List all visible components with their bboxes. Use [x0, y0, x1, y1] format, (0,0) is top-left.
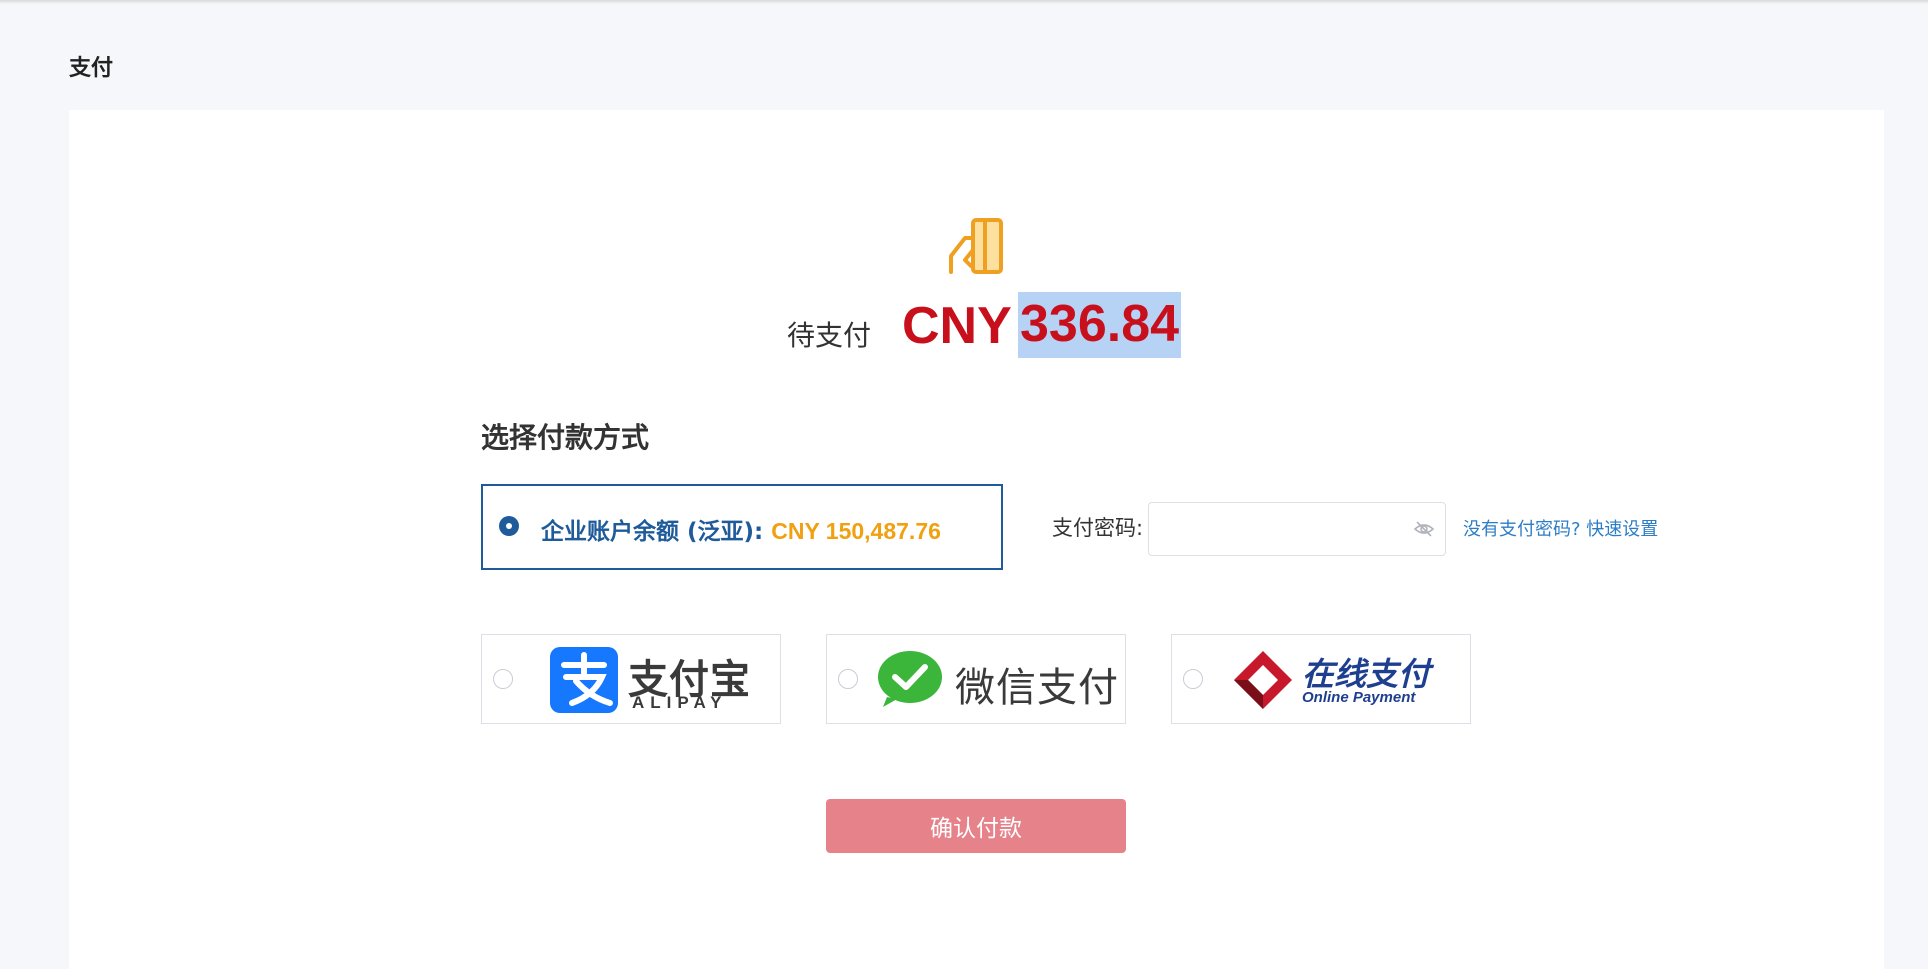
- online-payment-radio[interactable]: [1183, 669, 1203, 689]
- payment-password-input[interactable]: [1148, 502, 1446, 556]
- online-payment-name-en: Online Payment: [1302, 689, 1416, 706]
- confirm-payment-button[interactable]: 确认付款: [826, 799, 1126, 853]
- amount-due-currency: CNY: [902, 297, 1012, 355]
- balance-payment-option[interactable]: 企业账户余额 (泛亚): CNY 150,487.76: [481, 484, 1003, 570]
- online-payment-logo-icon: [1234, 651, 1292, 709]
- amount-due-label: 待支付: [787, 319, 872, 352]
- alipay-name-en: ALIPAY: [632, 693, 728, 712]
- setup-password-link[interactable]: 没有支付密码? 快速设置: [1463, 515, 1658, 541]
- alipay-radio[interactable]: [493, 669, 513, 689]
- page-title: 支付: [69, 56, 114, 81]
- card-in-hand-icon: [949, 218, 1003, 274]
- alipay-logo-icon: [550, 647, 618, 713]
- wechat-pay-option[interactable]: 微信支付: [826, 634, 1126, 724]
- balance-amount: CNY 150,487.76: [771, 518, 941, 544]
- wechat-name-cn: 微信支付: [955, 665, 1119, 711]
- password-label: 支付密码:: [1052, 516, 1144, 540]
- balance-label: 企业账户余额 (泛亚): CNY 150,487.76: [541, 512, 941, 546]
- alipay-option[interactable]: 支付宝 ALIPAY: [481, 634, 781, 724]
- eye-off-icon[interactable]: [1413, 520, 1435, 538]
- top-bar-shadow: [0, 0, 1928, 4]
- payment-panel: 待支付 CNY 336.84 选择付款方式 企业账户余额 (泛亚): CNY 1…: [69, 110, 1884, 969]
- amount-due-row: 待支付 CNY 336.84: [69, 284, 1884, 358]
- balance-radio-selected[interactable]: [499, 516, 519, 536]
- wechat-radio[interactable]: [838, 669, 858, 689]
- amount-due-value: 336.84: [1018, 292, 1182, 358]
- wechat-logo-icon: [878, 651, 942, 707]
- balance-label-text: 企业账户余额 (泛亚):: [541, 519, 764, 545]
- payment-method-title: 选择付款方式: [481, 421, 650, 454]
- online-payment-option[interactable]: 在线支付 Online Payment: [1171, 634, 1471, 724]
